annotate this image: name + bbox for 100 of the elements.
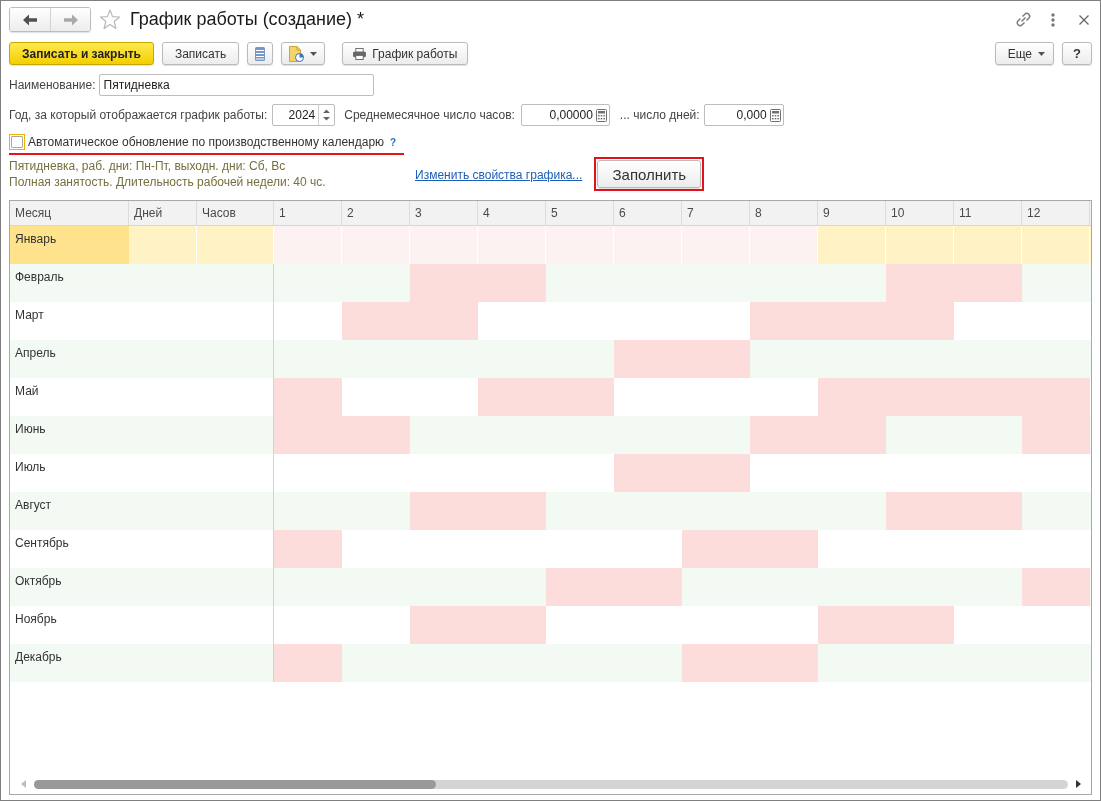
workday-cell[interactable] [546,264,614,302]
workday-cell[interactable] [478,568,546,606]
day-off-cell[interactable] [886,492,954,530]
list-button[interactable] [247,42,274,65]
day-off-cell[interactable] [1022,416,1090,454]
table-cell[interactable] [197,492,274,530]
workday-cell[interactable] [954,568,1022,606]
month-cell[interactable]: Январь [10,226,129,264]
scroll-right-icon[interactable] [1076,780,1081,788]
column-header[interactable]: Дней [129,201,197,226]
day-off-cell[interactable] [682,226,750,264]
day-off-cell[interactable] [478,226,546,264]
close-icon[interactable] [1079,14,1089,25]
more-button[interactable]: Еще [994,42,1055,65]
day-off-cell[interactable] [478,264,546,302]
month-cell[interactable]: Февраль [10,264,129,302]
hours-field[interactable]: 0,00000 [520,104,610,126]
month-cell[interactable]: Июль [10,454,129,492]
month-cell[interactable]: Июнь [10,416,129,454]
column-header[interactable]: 3 [410,201,478,226]
help-button[interactable]: ? [1062,42,1092,65]
workday-cell[interactable] [274,568,342,606]
day-off-cell[interactable] [954,264,1022,302]
save-button[interactable]: Записать [161,42,240,65]
report-menu-button[interactable] [281,42,326,65]
workday-cell[interactable] [342,644,410,682]
day-off-cell[interactable] [546,226,614,264]
help-link[interactable]: ? [390,136,397,148]
link-icon[interactable] [1015,11,1032,28]
workday-cell[interactable] [886,416,954,454]
month-cell[interactable]: Апрель [10,340,129,378]
column-header[interactable]: 6 [614,201,682,226]
column-header[interactable]: Месяц [10,201,129,226]
column-header[interactable]: 1 [274,201,342,226]
day-off-cell[interactable] [410,492,478,530]
workday-cell[interactable] [682,568,750,606]
month-cell[interactable]: Май [10,378,129,416]
month-cell[interactable]: Ноябрь [10,606,129,644]
workday-cell[interactable] [274,340,342,378]
workday-cell[interactable] [818,226,886,264]
checkbox-label[interactable]: Автоматическое обновление по производственному календарю [28,135,385,149]
workday-cell[interactable] [954,226,1022,264]
day-off-cell[interactable] [614,340,682,378]
day-off-cell[interactable] [750,302,818,340]
month-cell[interactable]: Декабрь [10,644,129,682]
workday-cell[interactable] [546,492,614,530]
day-off-cell[interactable] [750,644,818,682]
month-cell[interactable]: Октябрь [10,568,129,606]
star-icon[interactable] [99,9,121,30]
workday-cell[interactable] [818,492,886,530]
day-off-cell[interactable] [342,416,410,454]
day-off-cell[interactable] [478,606,546,644]
day-off-cell[interactable] [750,530,818,568]
workday-cell[interactable] [1022,340,1090,378]
day-off-cell[interactable] [274,226,342,264]
month-cell[interactable]: Август [10,492,129,530]
day-off-cell[interactable] [682,340,750,378]
day-off-cell[interactable] [410,606,478,644]
workday-cell[interactable] [1022,644,1090,682]
workday-cell[interactable] [954,416,1022,454]
column-header[interactable]: 11 [954,201,1022,226]
calculator-icon[interactable] [769,108,781,122]
edit-properties-link[interactable]: Изменить свойства графика... [415,168,583,182]
day-off-cell[interactable] [614,226,682,264]
day-off-cell[interactable] [274,644,342,682]
print-button[interactable]: График работы [342,42,469,65]
column-header[interactable]: 2 [342,201,410,226]
day-off-cell[interactable] [342,302,410,340]
workday-cell[interactable] [546,340,614,378]
workday-cell[interactable] [818,264,886,302]
save-and-close-button[interactable]: Записать и закрыть [9,42,154,65]
workday-cell[interactable] [750,340,818,378]
day-off-cell[interactable] [750,416,818,454]
day-off-cell[interactable] [546,568,614,606]
day-off-cell[interactable] [886,606,954,644]
days-field[interactable]: 0,000 [703,104,784,126]
more-menu-icon[interactable] [1051,12,1055,27]
day-off-cell[interactable] [410,226,478,264]
table-cell[interactable] [197,340,274,378]
calculator-icon[interactable] [595,108,607,122]
workday-cell[interactable] [1022,264,1090,302]
day-off-cell[interactable] [342,226,410,264]
table-cell[interactable] [197,568,274,606]
day-off-cell[interactable] [478,492,546,530]
workday-cell[interactable] [274,264,342,302]
column-header[interactable]: 5 [546,201,614,226]
day-off-cell[interactable] [478,378,546,416]
scrollbar-track[interactable] [34,779,1068,789]
workday-cell[interactable] [1022,492,1090,530]
workday-cell[interactable] [342,492,410,530]
column-header[interactable]: 12 [1022,201,1090,226]
day-off-cell[interactable] [682,644,750,682]
scroll-left-icon[interactable] [21,780,26,788]
workday-cell[interactable] [886,226,954,264]
table-cell[interactable] [197,264,274,302]
column-header[interactable]: 7 [682,201,750,226]
column-header[interactable]: 8 [750,201,818,226]
month-cell[interactable]: Сентябрь [10,530,129,568]
day-off-cell[interactable] [1022,568,1090,606]
day-off-cell[interactable] [614,568,682,606]
